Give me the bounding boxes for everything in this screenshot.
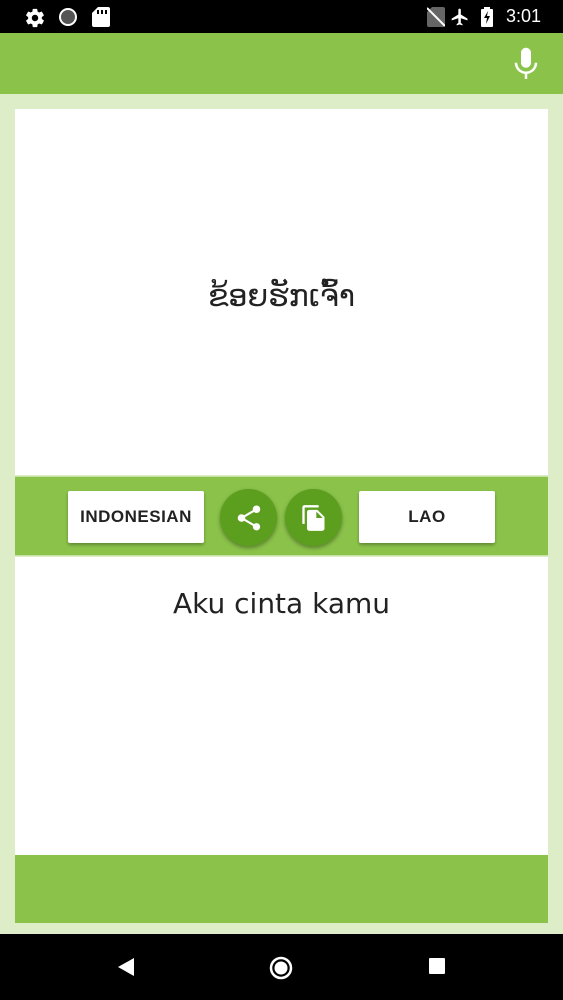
sd-card-icon xyxy=(92,7,110,27)
status-time: 3:01 xyxy=(505,6,541,26)
share-button[interactable] xyxy=(220,489,277,546)
status-bar: 3:01 xyxy=(0,0,563,33)
copy-icon xyxy=(301,504,324,531)
recents-icon[interactable] xyxy=(427,955,447,975)
language-toolbar: INDONESIAN LAO xyxy=(15,476,548,556)
source-text: ຂ້ອຍຮັກເຈົ້າ xyxy=(208,279,355,314)
ad-banner-area xyxy=(15,855,548,923)
translation-card[interactable]: Aku cinta kamu xyxy=(15,557,548,855)
microphone-icon[interactable] xyxy=(511,46,541,82)
circle-icon xyxy=(59,8,77,26)
translation-text: Aku cinta kamu xyxy=(172,587,390,620)
no-sim-icon xyxy=(427,7,445,27)
airplane-icon xyxy=(451,8,468,26)
battery-charging-icon xyxy=(481,7,493,27)
settings-icon xyxy=(26,8,44,28)
source-language-button[interactable]: INDONESIAN xyxy=(68,491,204,543)
system-nav-bar xyxy=(0,934,563,1000)
target-language-button[interactable]: LAO xyxy=(359,491,495,543)
home-icon[interactable] xyxy=(268,955,294,981)
source-text-card[interactable]: ຂ້ອຍຮັກເຈົ້າ xyxy=(15,109,548,475)
copy-button[interactable] xyxy=(285,489,342,546)
back-icon[interactable] xyxy=(114,955,136,979)
app-bar xyxy=(0,33,563,94)
share-icon xyxy=(237,505,260,530)
